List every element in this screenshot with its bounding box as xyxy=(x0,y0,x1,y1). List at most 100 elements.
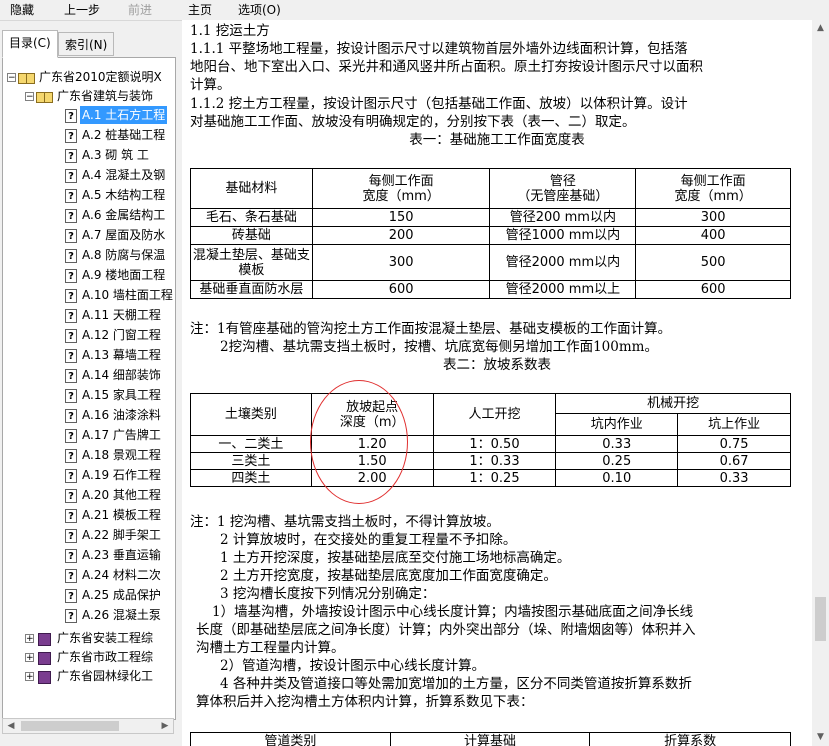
scroll-right-icon[interactable]: ▶ xyxy=(157,719,173,733)
options-menu[interactable]: 选项(O) xyxy=(238,2,281,18)
tree-item[interactable]: ? A.19 石作工程 xyxy=(65,466,163,484)
help-page-icon: ? xyxy=(65,468,77,483)
tree-item-label: A.18 景观工程 xyxy=(82,448,161,462)
help-page-icon: ? xyxy=(65,288,77,303)
table-cell: 1：0.50 xyxy=(432,435,557,453)
tree-item-label: A.9 楼地面工程 xyxy=(82,268,166,282)
header-cell: 折算系数 xyxy=(589,732,791,746)
tree-item[interactable]: ? A.18 景观工程 xyxy=(65,446,163,464)
tree-item-label: A.7 屋面及防水 xyxy=(82,228,166,242)
collapse-icon[interactable]: − xyxy=(25,92,34,102)
table-cell: 四类土 xyxy=(190,469,312,487)
tree-item[interactable]: ? A.25 成品保护 xyxy=(65,586,163,604)
expand-icon[interactable]: + xyxy=(25,634,34,644)
tree-item-label: A.4 混凝土及钢 xyxy=(82,168,166,182)
tree-item[interactable]: ? A.3 砌 筑 工 xyxy=(65,146,151,164)
tree-item[interactable]: ? A.22 脚手架工 xyxy=(65,526,163,544)
table-cell: 150 xyxy=(311,208,491,227)
home-button[interactable]: 主页 xyxy=(188,2,212,18)
tree-item-label: A.1 土石方工程 xyxy=(80,106,168,124)
table-cell: 600 xyxy=(635,280,791,299)
scrollbar-thumb[interactable] xyxy=(815,597,826,641)
open-book-icon xyxy=(36,90,53,103)
header-cell: 每侧工作面 宽度（mm） xyxy=(635,168,791,209)
tree-item[interactable]: ? A.14 细部装饰 xyxy=(65,366,163,384)
table-cell: 1：0.25 xyxy=(432,469,557,487)
tree-item[interactable]: ? A.17 广告牌工 xyxy=(65,426,163,444)
tree-node-building[interactable]: − 广东省建筑与装饰 xyxy=(25,87,155,105)
tree-item[interactable]: ? A.7 屋面及防水 xyxy=(65,226,167,244)
tree-item[interactable]: ? A.12 门窗工程 xyxy=(65,326,163,344)
table-row: 混凝土垫层、基础支 模板 300 管径2000 mm以内 500 xyxy=(190,244,791,281)
scrollbar-thumb[interactable] xyxy=(21,721,119,731)
scroll-up-icon[interactable]: ▲ xyxy=(812,20,829,37)
help-page-icon: ? xyxy=(65,428,77,443)
tree-item-label: A.11 天棚工程 xyxy=(82,308,161,322)
help-page-icon: ? xyxy=(65,548,77,563)
tree-item[interactable]: ? A.8 防腐与保温 xyxy=(65,246,167,264)
tree-item[interactable]: ? A.13 幕墙工程 xyxy=(65,346,163,364)
expand-icon[interactable]: + xyxy=(25,672,34,682)
tree-item[interactable]: ? A.10 墙柱面工程 xyxy=(65,286,175,304)
note-line: 1）墙基沟槽，外墙按设计图示中心线长度计算；内墙按图示基础底面之间净长线 xyxy=(212,604,694,620)
table-row: 砖基础 200 管径1000 mm以内 400 xyxy=(190,226,791,245)
tree-item[interactable]: ? A.2 桩基础工程 xyxy=(65,126,167,144)
tree-item-label: A.20 其他工程 xyxy=(82,488,161,502)
tree-node-landscape[interactable]: + 广东省园林绿化工 xyxy=(25,667,155,685)
tree-node-root[interactable]: − 广东省2010定额说明Ⅹ xyxy=(7,68,164,86)
header-cell: 土壤类别 xyxy=(190,393,312,436)
tree-node-installation[interactable]: + 广东省安装工程综 xyxy=(25,629,155,647)
help-page-icon: ? xyxy=(65,348,77,363)
tree-item[interactable]: ? A.24 材料二次 xyxy=(65,566,163,584)
tree-item[interactable]: ? A.23 垂直运输 xyxy=(65,546,163,564)
tree-item-label: A.23 垂直运输 xyxy=(82,548,161,562)
table-cell: 0.25 xyxy=(555,452,679,470)
note-line: 1 土方开挖深度，按基础垫层底至交付施工场地标高确定。 xyxy=(220,550,571,566)
hide-button[interactable]: 隐藏 xyxy=(10,2,34,18)
tree-item-label: A.24 材料二次 xyxy=(82,568,161,582)
paragraph-line: 1.1.1 平整场地工程量，按设计图示尺寸以建筑物首层外墙外边线面积计算，包括落 xyxy=(190,41,688,57)
tree-item[interactable]: ? A.9 楼地面工程 xyxy=(65,266,167,284)
help-page-icon: ? xyxy=(65,568,77,583)
tree-item[interactable]: ? A.6 金属结构工 xyxy=(65,206,167,224)
header-line: 管径 xyxy=(549,173,576,189)
header-cell: 计算基础 xyxy=(389,732,591,746)
tree-horizontal-scrollbar[interactable]: ◀ ▶ xyxy=(2,718,174,734)
table-cell: 0.10 xyxy=(555,469,679,487)
document-vertical-scrollbar[interactable]: ▲ ▼ xyxy=(812,20,829,746)
tree-item[interactable]: ? A.15 家具工程 xyxy=(65,386,163,404)
paragraph-line: 地阳台、地下室出入口、采光井和通风竖井所占面积。原土打夯按设计图示尺寸以面积 xyxy=(190,59,703,75)
tree-item[interactable]: ? A.26 混凝土泵 xyxy=(65,606,163,624)
tree-item[interactable]: ? A.16 油漆涂料 xyxy=(65,406,163,424)
book-icon xyxy=(36,670,52,684)
back-button[interactable]: 上一步 xyxy=(64,2,100,18)
forward-button[interactable]: 前进 xyxy=(128,2,152,18)
tree-item[interactable]: ? A.11 天棚工程 xyxy=(65,306,163,324)
table-cell: 混凝土垫层、基础支 模板 xyxy=(190,244,313,281)
collapse-icon[interactable]: − xyxy=(7,73,16,83)
tree-node-municipal[interactable]: + 广东省市政工程综 xyxy=(25,648,155,666)
scroll-down-icon[interactable]: ▼ xyxy=(812,729,829,746)
table-row: 四类土 2.00 1：0.25 0.10 0.33 xyxy=(190,469,791,487)
note-line: 长度（即基础垫层底之间净长度）计算；内外突出部分（垛、附墙烟囱等）体积并入 xyxy=(196,622,696,638)
note-line: 2 计算放坡时，在交接处的重复工程量不予扣除。 xyxy=(220,532,517,548)
table-row: 三类土 1.50 1：0.33 0.25 0.67 xyxy=(190,452,791,470)
expand-icon[interactable]: + xyxy=(25,653,34,663)
help-page-icon: ? xyxy=(65,388,77,403)
tab-contents[interactable]: 目录(C) xyxy=(2,30,58,58)
table-cell: 400 xyxy=(635,226,791,245)
tree-item[interactable]: ? A.5 木结构工程 xyxy=(65,186,167,204)
table-row: 毛石、条石基础 150 管径200 mm以内 300 xyxy=(190,208,791,227)
scroll-left-icon[interactable]: ◀ xyxy=(3,719,19,733)
help-page-icon: ? xyxy=(65,608,77,623)
header-line: 每侧工作面 xyxy=(680,173,746,189)
tree-item-label: A.17 广告牌工 xyxy=(82,428,161,442)
tree-item[interactable]: ? A.21 模板工程 xyxy=(65,506,163,524)
tree-item-label: A.6 金属结构工 xyxy=(82,208,166,222)
tree-item[interactable]: ? A.1 土石方工程 xyxy=(65,106,168,124)
tab-index[interactable]: 索引(N) xyxy=(58,32,115,56)
tree-item[interactable]: ? A.4 混凝土及钢 xyxy=(65,166,167,184)
document-pane: 1.1 挖运土方 1.1.1 平整场地工程量，按设计图示尺寸以建筑物首层外墙外边… xyxy=(182,20,812,746)
tree-item[interactable]: ? A.20 其他工程 xyxy=(65,486,163,504)
table-header-row: 基础材料 每侧工作面 宽度（mm） 管径 （无管座基础） 每侧工作面 宽度（mm） xyxy=(190,168,791,209)
